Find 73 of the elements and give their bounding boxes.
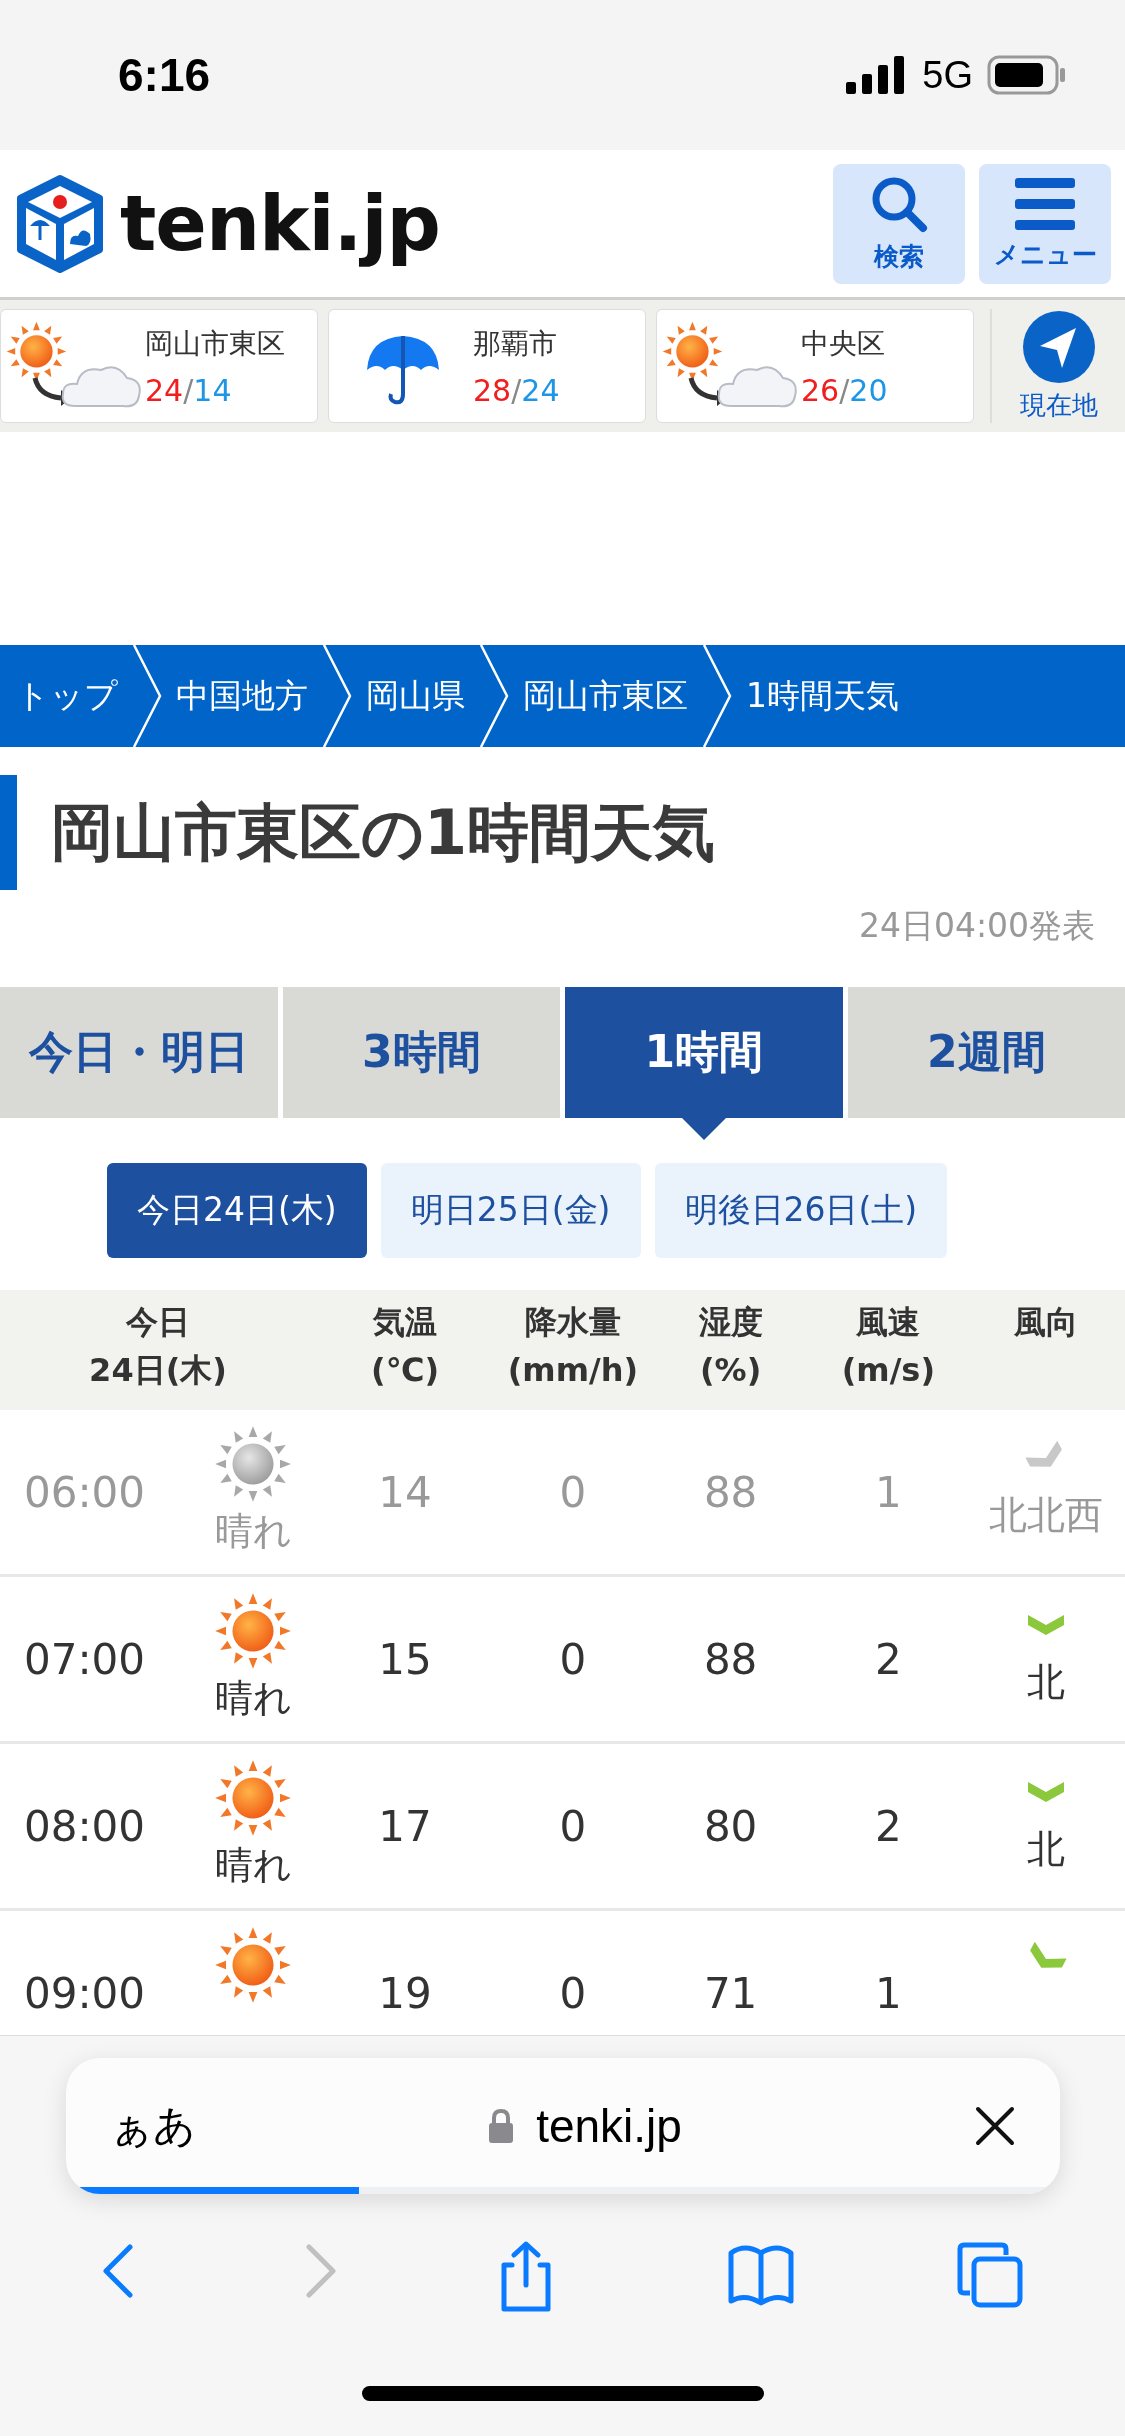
column-header: 風向: [967, 1290, 1125, 1410]
forecast-tab[interactable]: 3時間: [282, 987, 560, 1118]
forecast-tab[interactable]: 今日・明日: [0, 987, 278, 1118]
column-header: 降水量 (mm/h): [494, 1290, 652, 1410]
search-button[interactable]: 検索: [833, 163, 965, 284]
wind-speed-cell-text: 2: [874, 1634, 903, 1684]
weather-label: 晴れ: [214, 1842, 292, 1889]
humidity-cell-text: 71: [702, 1968, 759, 2018]
column-header: 今日 24日(木): [0, 1290, 316, 1410]
close-button[interactable]: [974, 2105, 1016, 2147]
column-header: 湿度 (%): [651, 1290, 810, 1410]
day-tab[interactable]: 明後日26日(土): [654, 1163, 948, 1258]
breadcrumb-link[interactable]: トップ: [0, 673, 132, 719]
forecast-tab[interactable]: 2週間: [847, 987, 1125, 1118]
signal-icon: [846, 56, 907, 94]
wind-speed-cell-text: 2: [874, 1801, 903, 1851]
breadcrumb-link[interactable]: 中国地方: [162, 673, 322, 719]
url-text: tenki.jp: [536, 2099, 682, 2153]
location-card[interactable]: 岡山市東区 24/14: [0, 309, 318, 423]
battery-icon: [987, 55, 1067, 95]
issued-time: 24日04:00発表: [857, 905, 1096, 947]
page-title: 岡山市東区の1時間天気: [0, 775, 1125, 890]
text-size-button[interactable]: ぁあ: [110, 2098, 196, 2154]
humidity-cell-text: 80: [702, 1801, 759, 1851]
breadcrumb-link[interactable]: 岡山県: [352, 673, 479, 719]
temperature-range: 24/14: [145, 372, 233, 408]
menu-button[interactable]: メニュー: [979, 163, 1111, 284]
column-header: 風速 (m/s): [809, 1290, 968, 1410]
time-cell-text: 06:00: [23, 1467, 147, 1517]
location-card[interactable]: 中央区 26/20: [656, 309, 974, 423]
precipitation-cell-text: 0: [558, 1634, 588, 1684]
temperature-cell-text: 17: [377, 1801, 433, 1851]
precipitation-cell-text: 0: [558, 1467, 588, 1517]
network-label: 5G: [922, 53, 973, 97]
wind-speed-cell-text: 1: [874, 1467, 903, 1517]
sun-icon: [213, 1925, 293, 2005]
logo-text: tenki.jp: [120, 179, 440, 268]
temperature-cell-text: 15: [377, 1634, 433, 1684]
wind-speed-cell-text: 1: [874, 1968, 903, 2018]
sun-icon: [213, 1424, 293, 1504]
humidity-cell-text: 88: [702, 1634, 759, 1684]
temperature-cell-text: 19: [377, 1968, 433, 2018]
temperature-range: 28/24: [473, 372, 560, 408]
address-bar[interactable]: ぁあ tenki.jp: [66, 2058, 1060, 2194]
logo-icon: [14, 173, 106, 274]
tab-pointer: [681, 1118, 726, 1140]
day-tab[interactable]: 今日24日(木): [107, 1163, 367, 1258]
wind-direction: 北北西: [989, 1492, 1104, 1539]
temperature-cell-text: 14: [377, 1467, 433, 1517]
location-card[interactable]: 那覇市 28/24: [328, 309, 646, 423]
time-cell-text: 08:00: [23, 1801, 147, 1851]
wind-direction: 北: [1027, 1659, 1066, 1706]
temperature-range: 26/20: [801, 372, 888, 408]
breadcrumb-link[interactable]: 1時間天気: [732, 673, 913, 719]
weather-label: 晴れ: [214, 1508, 292, 1555]
sun-icon: [213, 1758, 293, 1838]
location-name: 中央区: [801, 325, 886, 362]
precipitation-cell-text: 0: [558, 1801, 588, 1851]
wind-direction: 北: [1027, 1826, 1066, 1873]
time-cell-text: 07:00: [23, 1634, 147, 1684]
status-time: 6:16: [118, 48, 212, 102]
day-tab[interactable]: 明日25日(金): [380, 1163, 641, 1258]
location-name: 那覇市: [473, 325, 558, 362]
menu-icon: [1013, 176, 1077, 232]
weather-label: 晴れ: [214, 1675, 292, 1722]
sun-icon: [213, 1591, 293, 1671]
lock-icon: [488, 2108, 515, 2144]
humidity-cell-text: 88: [702, 1467, 759, 1517]
breadcrumb-link[interactable]: 岡山市東区: [509, 673, 702, 719]
column-header: 気温 (℃): [316, 1290, 494, 1410]
time-cell-text: 09:00: [23, 1968, 147, 2018]
location-name: 岡山市東区: [145, 325, 285, 362]
precipitation-cell-text: 0: [558, 1968, 588, 2018]
